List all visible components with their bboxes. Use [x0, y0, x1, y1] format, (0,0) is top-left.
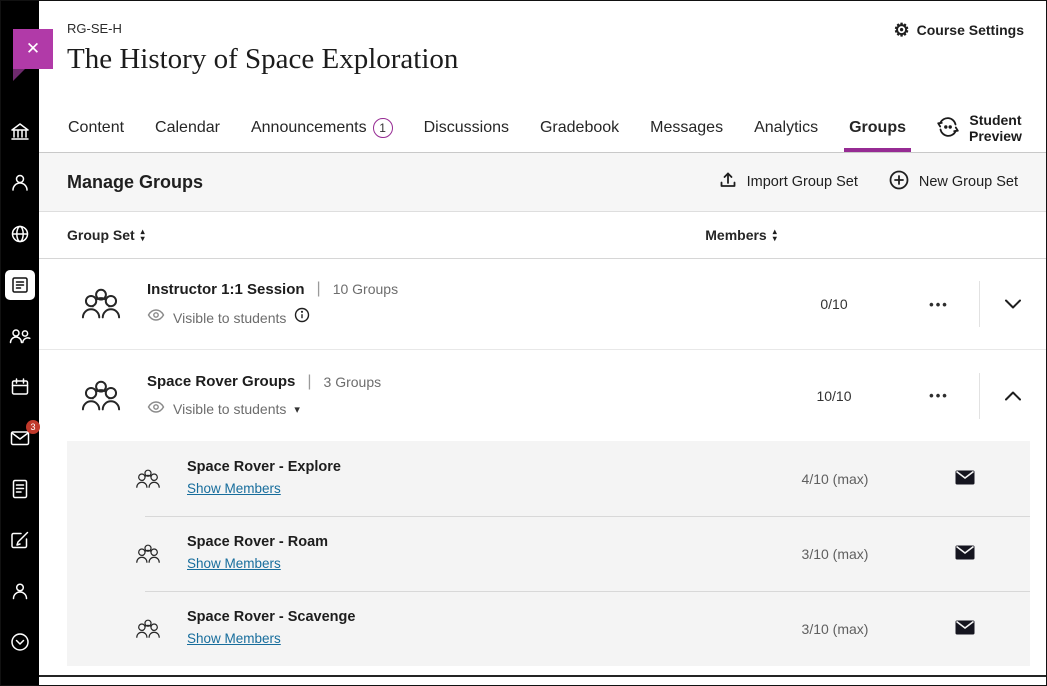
course-tab-bar: Content Calendar Announcements 1 Discuss… — [39, 104, 1046, 153]
journal-icon[interactable] — [5, 474, 35, 504]
info-icon[interactable] — [294, 307, 310, 328]
sort-members-icon[interactable]: ▴▾ — [773, 228, 777, 242]
group-set-name: Space Rover Groups — [147, 373, 295, 390]
visibility-selector[interactable]: Visible to students ▾ — [173, 401, 300, 417]
compose-icon[interactable] — [5, 525, 35, 555]
group-name: Space Rover - Scavenge — [187, 609, 770, 625]
announcements-count-badge: 1 — [373, 118, 393, 138]
group-set-column-header: Group Set — [67, 227, 135, 243]
global-nav-sidebar: ✕ 3 — [1, 1, 39, 685]
envelope-icon — [955, 470, 975, 488]
courses-icon[interactable] — [5, 270, 35, 300]
groups-icon[interactable] — [5, 321, 35, 351]
bottom-rule — [39, 675, 1046, 677]
group-count: 3 Groups — [324, 374, 382, 390]
message-group-button[interactable] — [900, 545, 1030, 563]
sort-group-set-icon[interactable]: ▴▾ — [141, 228, 145, 242]
import-icon — [718, 170, 738, 194]
group-members-count: 3/10 (max) — [770, 546, 900, 562]
caret-down-icon: ▾ — [294, 403, 300, 416]
course-title: The History of Space Exploration — [67, 43, 1018, 76]
group-row: Space Rover - Explore Show Members 4/10 … — [67, 441, 1030, 516]
group-icon — [135, 618, 187, 640]
eye-icon — [147, 308, 165, 327]
group-name: Space Rover - Explore — [187, 459, 770, 475]
envelope-icon — [955, 545, 975, 563]
members-count: 10/10 — [769, 388, 899, 404]
eye-icon — [147, 400, 165, 419]
course-id: RG-SE-H — [67, 21, 1018, 36]
course-settings-button[interactable]: ⚙ Course Settings — [894, 21, 1025, 39]
group-row: Space Rover - Roam Show Members 3/10 (ma… — [67, 516, 1030, 591]
tab-messages[interactable]: Messages — [649, 104, 724, 152]
groups-table-header: Group Set ▴▾ Members ▴▾ — [39, 212, 1046, 259]
global-nav-icons: 3 — [1, 117, 39, 657]
course-header: RG-SE-H The History of Space Exploration… — [39, 1, 1046, 104]
members-column-header: Members — [705, 227, 766, 243]
group-set-row: Space Rover Groups | 3 Groups Visible to… — [39, 350, 1046, 441]
student-preview-label: Student Preview — [969, 112, 1022, 144]
close-course-button[interactable]: ✕ — [13, 29, 53, 69]
show-members-link[interactable]: Show Members — [187, 631, 281, 646]
tab-calendar[interactable]: Calendar — [154, 104, 221, 152]
group-members-count: 4/10 (max) — [770, 471, 900, 487]
import-group-set-button[interactable]: Import Group Set — [718, 170, 858, 194]
student-preview-button[interactable]: Student Preview — [936, 104, 1022, 152]
gear-icon: ⚙ — [894, 21, 910, 39]
group-set-row: Instructor 1:1 Session | 10 Groups Visib… — [39, 259, 1046, 350]
page-title: Manage Groups — [67, 172, 203, 193]
new-group-set-button[interactable]: New Group Set — [888, 169, 1018, 195]
message-group-button[interactable] — [900, 620, 1030, 638]
globe-icon[interactable] — [5, 219, 35, 249]
group-icon — [135, 543, 187, 565]
scroll-down-icon[interactable] — [5, 627, 35, 657]
messages-badge: 3 — [26, 420, 40, 434]
plus-circle-icon — [888, 169, 910, 195]
group-set-icon — [55, 286, 147, 322]
tab-gradebook[interactable]: Gradebook — [539, 104, 620, 152]
app-window: ✕ 3 — [0, 0, 1047, 686]
group-count: 10 Groups — [333, 281, 398, 297]
group-row: Space Rover - Scavenge Show Members 3/10… — [67, 591, 1030, 666]
members-count: 0/10 — [769, 296, 899, 312]
collapse-chevron-button[interactable] — [980, 390, 1046, 402]
institution-icon[interactable] — [5, 117, 35, 147]
account-icon[interactable] — [5, 576, 35, 606]
more-options-button[interactable]: ••• — [899, 297, 979, 312]
envelope-icon — [955, 620, 975, 638]
course-page: RG-SE-H The History of Space Exploration… — [39, 1, 1046, 685]
group-name: Space Rover - Roam — [187, 534, 770, 550]
student-preview-icon — [936, 116, 960, 141]
tab-analytics[interactable]: Analytics — [753, 104, 819, 152]
tab-announcements[interactable]: Announcements 1 — [250, 104, 394, 152]
profile-icon[interactable] — [5, 168, 35, 198]
more-options-button[interactable]: ••• — [899, 388, 979, 403]
message-group-button[interactable] — [900, 470, 1030, 488]
manage-groups-bar: Manage Groups Import Group Set New Group… — [39, 153, 1046, 212]
tab-groups[interactable]: Groups — [848, 104, 907, 152]
messages-icon[interactable]: 3 — [5, 423, 35, 453]
visibility-selector[interactable]: Visible to students — [173, 310, 286, 326]
show-members-link[interactable]: Show Members — [187, 481, 281, 496]
show-members-link[interactable]: Show Members — [187, 556, 281, 571]
expanded-groups-panel: Space Rover - Explore Show Members 4/10 … — [67, 441, 1030, 666]
course-settings-label: Course Settings — [917, 22, 1024, 38]
tab-content[interactable]: Content — [67, 104, 125, 152]
group-members-count: 3/10 (max) — [770, 621, 900, 637]
group-set-name: Instructor 1:1 Session — [147, 281, 305, 298]
expand-chevron-button[interactable] — [980, 298, 1046, 310]
group-icon — [135, 468, 187, 490]
calendar-icon[interactable] — [5, 372, 35, 402]
group-set-icon — [55, 378, 147, 414]
tab-discussions[interactable]: Discussions — [423, 104, 510, 152]
